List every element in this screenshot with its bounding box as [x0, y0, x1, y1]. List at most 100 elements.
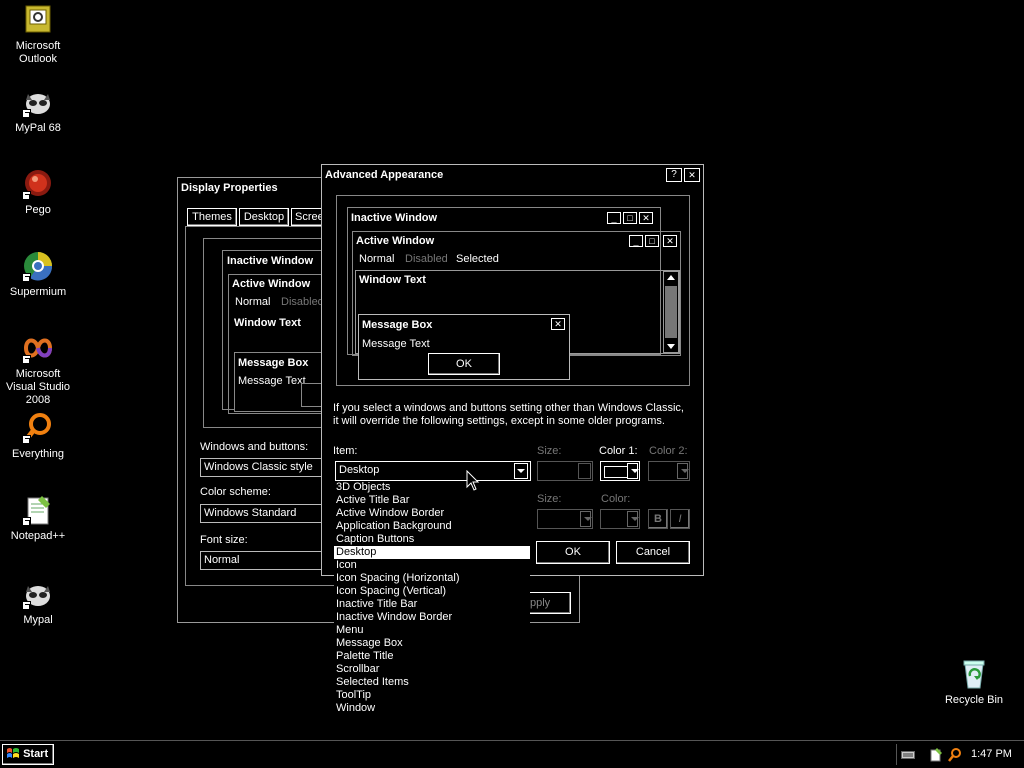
search-magnifier-icon[interactable]	[947, 747, 961, 763]
list-item[interactable]: Icon Spacing (Horizontal)	[334, 572, 530, 585]
info-text-line2: it will override the following settings,…	[333, 415, 665, 427]
desktop-icon-everything[interactable]: Everything	[0, 412, 76, 461]
list-item[interactable]: 3D Objects	[334, 481, 530, 494]
chevron-down-icon	[627, 511, 639, 527]
font-size-select[interactable]	[537, 509, 593, 529]
list-item[interactable]: Icon Spacing (Vertical)	[334, 585, 530, 598]
shortcut-arrow-icon	[22, 191, 31, 200]
desktop-icon-pego[interactable]: Pego	[0, 168, 76, 217]
chevron-down-icon	[580, 511, 592, 527]
list-item[interactable]: Inactive Window Border	[334, 611, 530, 624]
list-item[interactable]: Window	[334, 702, 530, 715]
list-item[interactable]: Message Box	[334, 637, 530, 650]
desktop-icon-visual-studio[interactable]: Microsoft Visual Studio 2008	[0, 332, 76, 407]
list-item[interactable]: Active Window Border	[334, 507, 530, 520]
item-select-dropdown-button[interactable]	[514, 463, 528, 479]
notepadpp-tray-icon[interactable]	[929, 747, 943, 763]
desktop-icon-mypal68[interactable]: MyPal 68	[0, 86, 76, 135]
start-button[interactable]: Start	[2, 744, 54, 765]
color-swatch	[604, 466, 628, 478]
tab-themes[interactable]: Themes	[187, 208, 237, 226]
system-tray: 1:47 PM	[896, 744, 1023, 765]
dialog-title: Advanced Appearance	[325, 169, 444, 181]
list-item[interactable]: ToolTip	[334, 689, 530, 702]
list-item[interactable]: Active Title Bar	[334, 494, 530, 507]
close-icon: ✕	[639, 212, 653, 224]
info-text-line1: If you select a windows and buttons sett…	[333, 402, 684, 414]
shortcut-arrow-icon	[22, 109, 31, 118]
shortcut-arrow-icon	[22, 355, 31, 364]
start-label: Start	[23, 748, 49, 760]
bold-button[interactable]: B	[648, 509, 668, 529]
chevron-down-icon	[627, 463, 639, 479]
list-item[interactable]: Icon	[334, 559, 530, 572]
font-color-picker[interactable]	[600, 509, 640, 529]
shortcut-arrow-icon	[22, 435, 31, 444]
color1-label: Color 1:	[599, 445, 638, 457]
apply-button[interactable]: pply	[529, 592, 571, 614]
shortcut-arrow-icon	[22, 273, 31, 282]
list-item[interactable]: Application Background	[334, 520, 530, 533]
item-dropdown-list[interactable]: 3D Objects Active Title Bar Active Window …	[334, 481, 530, 718]
item-label: Item:	[333, 445, 358, 457]
font-size-select[interactable]: Normal	[200, 551, 324, 570]
taskbar: Start 1:47 PM	[0, 740, 1024, 768]
list-item[interactable]: Desktop	[334, 546, 530, 559]
maximize-icon: □	[645, 235, 659, 247]
windows-logo-icon	[7, 748, 19, 758]
item-select[interactable]: Desktop	[335, 461, 531, 481]
supermium-icon	[22, 250, 54, 282]
preview-scrollbar	[663, 271, 679, 353]
keyboard-icon[interactable]	[901, 751, 915, 759]
preview-message-box: Message Box ✕ Message Text OK	[358, 314, 570, 380]
color-scheme-label: Color scheme:	[200, 486, 271, 498]
list-item[interactable]: Selected Items	[334, 676, 530, 689]
shortcut-arrow-icon	[22, 517, 31, 526]
notepadpp-icon	[22, 494, 54, 526]
list-item[interactable]: Menu	[334, 624, 530, 637]
ok-button[interactable]: OK	[536, 541, 610, 564]
window-title: Display Properties	[181, 182, 278, 194]
list-item[interactable]: Scrollbar	[334, 663, 530, 676]
mouse-cursor-icon	[466, 470, 480, 491]
color1-picker[interactable]	[600, 461, 640, 481]
minimize-icon: _	[607, 212, 621, 224]
recycle-bin-icon	[958, 658, 990, 690]
cancel-button[interactable]: Cancel	[616, 541, 690, 564]
windows-buttons-label: Windows and buttons:	[200, 441, 309, 453]
shortcut-arrow-icon	[22, 601, 31, 610]
raccoon-icon	[22, 578, 54, 610]
pego-icon	[22, 168, 54, 200]
desktop-icon-outlook[interactable]: Microsoft Outlook	[0, 4, 76, 66]
windows-buttons-select[interactable]: Windows Classic style	[200, 458, 324, 477]
raccoon-icon	[22, 86, 54, 118]
color2-picker[interactable]	[648, 461, 690, 481]
visual-studio-icon	[22, 332, 54, 364]
close-icon: ✕	[551, 318, 565, 330]
size-spinner-arrows[interactable]	[578, 463, 591, 479]
italic-button[interactable]: I	[670, 509, 690, 529]
help-button[interactable]: ?	[666, 168, 682, 182]
chevron-down-icon	[677, 463, 689, 479]
outlook-icon	[22, 4, 54, 36]
desktop-icon-notepadpp[interactable]: Notepad++	[0, 494, 76, 543]
clock[interactable]: 1:47 PM	[971, 748, 1012, 760]
color2-label: Color 2:	[649, 445, 688, 457]
font-size-label: Font size:	[200, 534, 248, 546]
close-button[interactable]: ✕	[684, 168, 700, 182]
preview-ok-button: OK	[428, 353, 500, 375]
list-item[interactable]: Caption Buttons	[334, 533, 530, 546]
font-size-label: Size:	[537, 493, 562, 505]
list-item[interactable]: Palette Title	[334, 650, 530, 663]
preview-message-box: Message Box Message Text	[234, 352, 333, 412]
tab-desktop[interactable]: Desktop	[239, 208, 289, 226]
desktop-icon-recycle-bin[interactable]: Recycle Bin	[936, 658, 1012, 707]
minimize-icon: _	[629, 235, 643, 247]
maximize-icon: □	[623, 212, 637, 224]
font-color-label: Color:	[601, 493, 631, 505]
desktop-icon-mypal[interactable]: Mypal	[0, 578, 76, 627]
desktop-icon-supermium[interactable]: Supermium	[0, 250, 76, 299]
color-scheme-select[interactable]: Windows Standard	[200, 504, 324, 523]
close-icon: ✕	[663, 235, 677, 247]
list-item[interactable]: Inactive Title Bar	[334, 598, 530, 611]
